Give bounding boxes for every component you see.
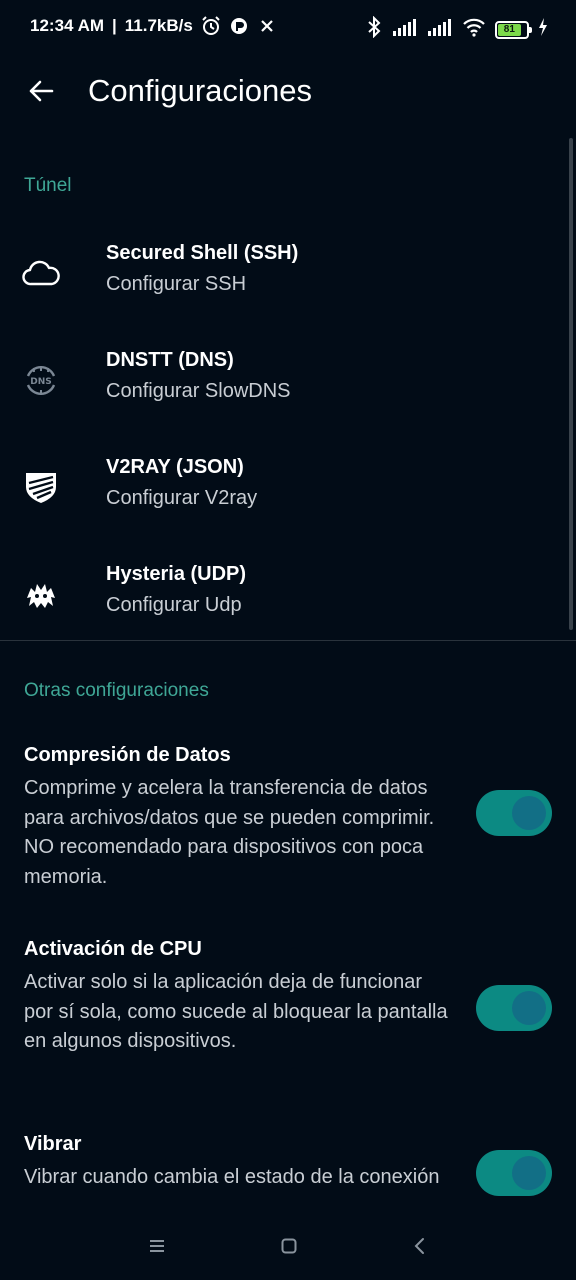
- tunnel-item-title: Secured Shell (SSH): [106, 242, 299, 264]
- svg-text:DNS: DNS: [30, 377, 52, 387]
- tunnel-item-hysteria[interactable]: Hysteria (UDP) Configurar Udp: [0, 553, 560, 653]
- back-nav-button[interactable]: [404, 1230, 436, 1262]
- square-icon: [281, 1238, 297, 1254]
- arrow-back-icon: [29, 80, 54, 102]
- recents-button[interactable]: [141, 1230, 173, 1262]
- setting-cpu-wakelock: Activación de CPU Activar solo si la apl…: [0, 938, 576, 1088]
- toggle-thumb: [512, 991, 546, 1025]
- dns-globe-icon: DNS: [22, 361, 60, 399]
- chevron-left-icon: [414, 1238, 424, 1254]
- system-nav-bar: [0, 1212, 576, 1280]
- hysteria-icon: [22, 575, 60, 613]
- section-divider: [0, 640, 576, 641]
- page-title: Configuraciones: [88, 73, 313, 108]
- tunnel-item-subtitle: Configurar SlowDNS: [106, 380, 291, 402]
- tunnel-item-subtitle: Configurar SSH: [106, 273, 247, 295]
- data-compression-toggle[interactable]: [476, 790, 552, 836]
- back-button[interactable]: [22, 72, 60, 110]
- tunnel-item-subtitle: Configurar Udp: [106, 594, 242, 616]
- setting-title: Vibrar: [24, 1133, 82, 1155]
- setting-data-compression: Compresión de Datos Comprime y acelera l…: [0, 744, 576, 894]
- tunnel-item-title: DNSTT (DNS): [106, 349, 234, 371]
- scrollbar[interactable]: [569, 138, 573, 630]
- toggle-thumb: [512, 796, 546, 830]
- tunnel-item-v2ray[interactable]: V2RAY (JSON) Configurar V2ray: [0, 446, 560, 546]
- setting-description: Activar solo si la aplicación deja de fu…: [24, 971, 448, 1052]
- setting-title: Compresión de Datos: [24, 744, 231, 766]
- cpu-wakelock-toggle[interactable]: [476, 985, 552, 1031]
- tunnel-item-title: V2RAY (JSON): [106, 456, 244, 478]
- tunnel-item-subtitle: Configurar V2ray: [106, 487, 258, 509]
- tunnel-item-dns[interactable]: DNS DNSTT (DNS) Configurar SlowDNS: [0, 339, 560, 439]
- toggle-thumb: [512, 1156, 546, 1190]
- setting-vibrate: Vibrar Vibrar cuando cambia el estado de…: [0, 1133, 576, 1212]
- v2ray-icon: [22, 468, 60, 506]
- home-button[interactable]: [273, 1230, 305, 1262]
- cloud-icon: [22, 254, 60, 292]
- section-header-other: Otras configuraciones: [24, 680, 209, 701]
- tunnel-item-title: Hysteria (UDP): [106, 563, 247, 585]
- app-bar: Configuraciones: [0, 54, 576, 130]
- tunnel-item-ssh[interactable]: Secured Shell (SSH) Configurar SSH: [0, 232, 560, 332]
- content-area: Configuraciones Túnel Secured Shell (SSH…: [0, 0, 576, 1212]
- vibrate-toggle[interactable]: [476, 1150, 552, 1196]
- setting-description: Comprime y acelera la transferencia de d…: [24, 777, 435, 888]
- setting-title: Activación de CPU: [24, 938, 202, 960]
- setting-description: Vibrar cuando cambia el estado de la con…: [24, 1166, 440, 1188]
- section-header-tunnel: Túnel: [24, 175, 72, 196]
- menu-icon: [150, 1240, 164, 1252]
